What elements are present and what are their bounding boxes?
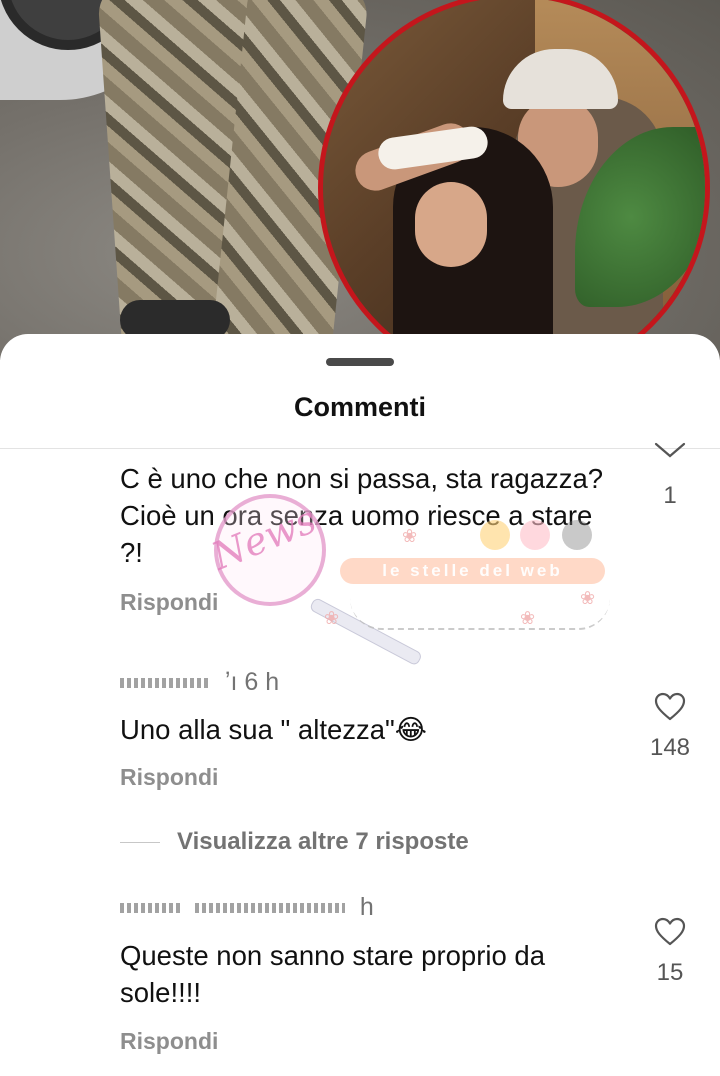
like-button[interactable] (650, 440, 690, 462)
comment-author[interactable]: ʼı (225, 668, 238, 696)
paw-icon: ❀ (580, 588, 596, 608)
like-count: 15 (656, 959, 684, 986)
woman-face (415, 182, 487, 267)
redacted-username (194, 903, 345, 914)
reply-button[interactable]: Rispondi (120, 1028, 218, 1055)
reply-button[interactable]: Rispondi (120, 764, 218, 791)
redacted-username (120, 903, 180, 914)
sheet-title: Commenti (293, 392, 426, 422)
comment-text: Uno alla sua " altezza"😂 (120, 714, 427, 745)
comment-time: h (359, 893, 374, 921)
like-count: 1 (663, 482, 677, 509)
comment-text: Queste non sanno stare proprio da sole!!… (120, 940, 546, 1008)
comment-meta: ʼı 6 h (120, 668, 279, 697)
magnifier-handle (308, 596, 424, 667)
like-button[interactable] (650, 692, 690, 722)
redacted-username (120, 678, 210, 689)
sheet-drag-handle[interactable] (326, 358, 394, 366)
comment-meta: h (120, 893, 374, 922)
view-more-replies[interactable]: Visualizza altre 7 risposte (120, 824, 620, 864)
paw-icon: ❀ (324, 608, 340, 628)
header-divider (0, 448, 720, 449)
reply-button[interactable]: Rispondi (120, 589, 218, 616)
inset-photo-circle (318, 0, 710, 360)
heart-outline-icon (654, 917, 686, 946)
like-button[interactable] (650, 917, 690, 947)
comment-time: 6 h (244, 668, 280, 696)
post-background-photo (0, 0, 720, 360)
view-more-replies-label[interactable]: Visualizza altre 7 risposte (177, 828, 469, 856)
comment-text: C è uno che non si passa, sta ragazza? C… (120, 463, 604, 568)
paw-icon: ❀ (520, 608, 536, 628)
comments-sheet: Commenti 1 C è uno che non si passa, sta… (0, 334, 720, 1076)
heart-outline-icon (654, 692, 686, 721)
replies-line (120, 842, 160, 843)
chevron-down-icon (654, 442, 686, 458)
like-count: 148 (649, 734, 691, 761)
dotted-trail (350, 598, 610, 630)
